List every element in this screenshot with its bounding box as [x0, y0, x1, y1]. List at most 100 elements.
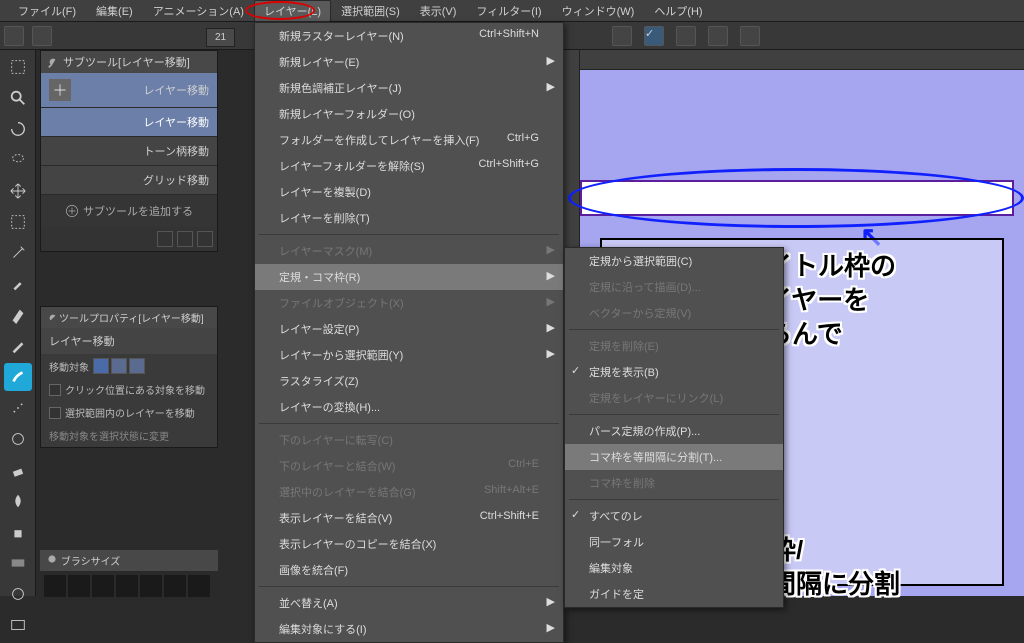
tool-fill[interactable]: [4, 518, 32, 546]
menu-item[interactable]: レイヤー設定(P)▶: [255, 316, 563, 342]
menu-item[interactable]: 表示レイヤーを結合(V)Ctrl+Shift+E: [255, 505, 563, 531]
panel-header[interactable]: ブラシサイズ: [40, 550, 218, 571]
check-icon: ✓: [571, 508, 580, 521]
menu-item[interactable]: ガイドを定: [565, 581, 783, 607]
tool-airbrush[interactable]: [4, 394, 32, 422]
checkbox-row[interactable]: 選択範囲内のレイヤーを移動: [41, 401, 217, 424]
check-icon: ✓: [571, 364, 580, 377]
tool-pencil[interactable]: [4, 332, 32, 360]
tool-wand[interactable]: [4, 239, 32, 267]
ruler-submenu-dropdown: 定規から選択範囲(C)定規に沿って描画(D)...ベクターから定規(V)定規を削…: [564, 247, 784, 608]
checkbox[interactable]: [49, 384, 61, 396]
tool-move[interactable]: [4, 177, 32, 205]
menu-animation[interactable]: アニメーション(A): [143, 0, 254, 22]
add-subtool-button[interactable]: サブツールを追加する: [41, 195, 217, 227]
toolbar-icon[interactable]: [4, 26, 24, 46]
menu-item[interactable]: ラスタライズ(Z): [255, 368, 563, 394]
menu-item[interactable]: レイヤーから選択範囲(Y)▶: [255, 342, 563, 368]
toolbar-icon[interactable]: [676, 26, 696, 46]
tool-gradient[interactable]: [4, 549, 32, 577]
menu-window[interactable]: ウィンドウ(W): [552, 0, 645, 22]
menu-item[interactable]: フォルダーを作成してレイヤーを挿入(F)Ctrl+G: [255, 127, 563, 153]
menu-layer[interactable]: レイヤー(L): [254, 0, 331, 22]
menu-item[interactable]: 編集対象: [565, 555, 783, 581]
menu-help[interactable]: ヘルプ(H): [644, 0, 712, 22]
icon-button[interactable]: [157, 231, 173, 247]
tool-blend[interactable]: [4, 487, 32, 515]
menu-item[interactable]: 表示レイヤーのコピーを結合(X): [255, 531, 563, 557]
menu-item[interactable]: 定規を表示(B)✓: [565, 359, 783, 385]
brush-preset[interactable]: [92, 575, 114, 597]
panel-header[interactable]: サブツール[レイヤー移動]: [41, 51, 217, 73]
tool-rotate[interactable]: [4, 115, 32, 143]
toolbar-icon[interactable]: [708, 26, 728, 46]
brush-preset[interactable]: [116, 575, 138, 597]
checkbox[interactable]: [49, 407, 61, 419]
tool-brush[interactable]: [4, 363, 32, 391]
tool-marquee[interactable]: [4, 53, 32, 81]
menu-item[interactable]: 新規レイヤー(E)▶: [255, 49, 563, 75]
menu-item[interactable]: 新規レイヤーフォルダー(O): [255, 101, 563, 127]
menu-item[interactable]: 並べ替え(A)▶: [255, 590, 563, 616]
menu-item: 下のレイヤーに転写(C): [255, 427, 563, 453]
menu-item[interactable]: 定規から選択範囲(C): [565, 248, 783, 274]
menu-item: 定規に沿って描画(D)...: [565, 274, 783, 300]
tool-zoom[interactable]: [4, 84, 32, 112]
brush-size-panel: ブラシサイズ: [40, 550, 218, 601]
checkbox-label: クリック位置にある対象を移動: [65, 382, 205, 397]
submenu-arrow-icon: ▶: [547, 347, 555, 360]
menu-view[interactable]: 表示(V): [410, 0, 467, 22]
wrench-icon: [47, 56, 59, 68]
menu-item[interactable]: すべてのレ✓: [565, 503, 783, 529]
option-swatch[interactable]: [93, 358, 109, 374]
toolbar-icon[interactable]: ✓: [644, 26, 664, 46]
brush-preset[interactable]: [68, 575, 90, 597]
brush-preset[interactable]: [140, 575, 162, 597]
option-swatch[interactable]: [129, 358, 145, 374]
option-swatch[interactable]: [111, 358, 127, 374]
menu-item[interactable]: レイヤーの変換(H)...: [255, 394, 563, 420]
submenu-arrow-icon: ▶: [547, 243, 555, 256]
document-tab[interactable]: 21: [206, 28, 235, 47]
menu-selection[interactable]: 選択範囲(S): [331, 0, 410, 22]
menu-item[interactable]: 新規色調補正レイヤー(J)▶: [255, 75, 563, 101]
tool-shape[interactable]: [4, 580, 32, 608]
tool-eyedropper[interactable]: [4, 270, 32, 298]
menu-item[interactable]: レイヤーを削除(T): [255, 205, 563, 231]
menu-file[interactable]: ファイル(F): [8, 0, 86, 22]
panel-header[interactable]: ツールプロパティ[レイヤー移動]: [41, 307, 217, 328]
menu-item[interactable]: コマ枠を等間隔に分割(T)...: [565, 444, 783, 470]
subtool-item[interactable]: レイヤー移動: [41, 108, 217, 137]
tool-eraser[interactable]: [4, 456, 32, 484]
menu-item[interactable]: レイヤーを複製(D): [255, 179, 563, 205]
menu-item[interactable]: 編集対象にする(I)▶: [255, 616, 563, 642]
submenu-arrow-icon: ▶: [547, 269, 555, 282]
menu-item[interactable]: パース定規の作成(P)...: [565, 418, 783, 444]
subtool-item[interactable]: レイヤー移動: [41, 73, 217, 108]
tool-select-rect[interactable]: [4, 208, 32, 236]
menu-item[interactable]: 新規ラスターレイヤー(N)Ctrl+Shift+N: [255, 23, 563, 49]
menu-item: 下のレイヤーと結合(W)Ctrl+E: [255, 453, 563, 479]
menu-item[interactable]: 定規・コマ枠(R)▶: [255, 264, 563, 290]
menu-item[interactable]: レイヤーフォルダーを解除(S)Ctrl+Shift+G: [255, 153, 563, 179]
checkbox-row[interactable]: クリック位置にある対象を移動: [41, 378, 217, 401]
menu-item[interactable]: 画像を統合(F): [255, 557, 563, 583]
toolbar-icon[interactable]: [740, 26, 760, 46]
submenu-arrow-icon: ▶: [547, 595, 555, 608]
toolbar-icon[interactable]: [612, 26, 632, 46]
tool-decorate[interactable]: [4, 425, 32, 453]
brush-preset[interactable]: [44, 575, 66, 597]
tool-lasso[interactable]: [4, 146, 32, 174]
menu-filter[interactable]: フィルター(I): [466, 0, 551, 22]
subtool-item[interactable]: トーン柄移動: [41, 137, 217, 166]
menu-edit[interactable]: 編集(E): [86, 0, 143, 22]
toolbar-icon[interactable]: [32, 26, 52, 46]
tool-pen[interactable]: [4, 301, 32, 329]
brush-preset[interactable]: [164, 575, 186, 597]
icon-button[interactable]: [177, 231, 193, 247]
menu-item[interactable]: 同一フォル: [565, 529, 783, 555]
tool-frame[interactable]: [4, 611, 32, 639]
subtool-item[interactable]: グリッド移動: [41, 166, 217, 195]
icon-button[interactable]: [197, 231, 213, 247]
brush-preset[interactable]: [188, 575, 210, 597]
